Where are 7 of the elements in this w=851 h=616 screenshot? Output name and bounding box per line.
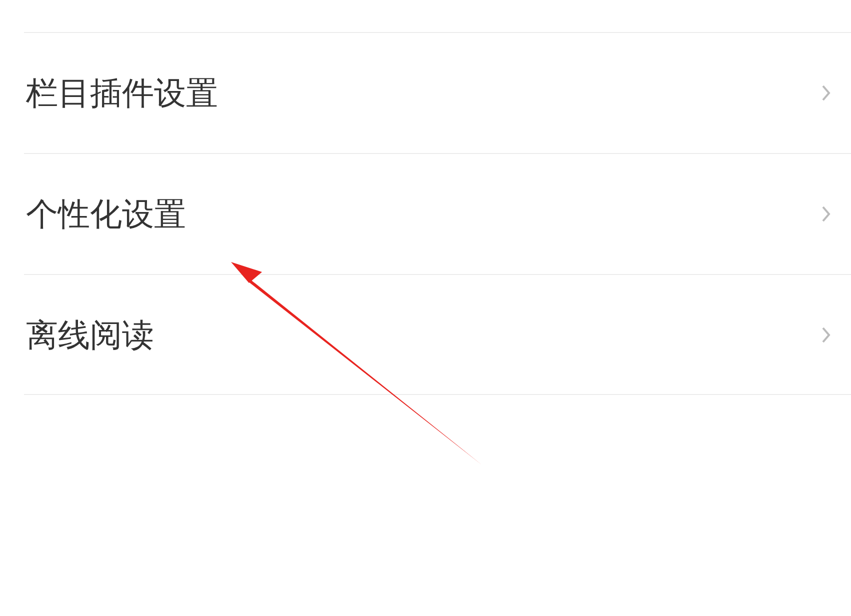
chevron-right-icon [821, 84, 831, 102]
chevron-right-icon [821, 326, 831, 344]
chevron-right-icon [821, 205, 831, 223]
item-label: 离线阅读 [25, 314, 154, 356]
item-label: 个性化设置 [25, 194, 186, 235]
settings-item[interactable]: 栏目插件设置 [24, 32, 851, 153]
item-label: 栏目插件设置 [25, 73, 218, 114]
